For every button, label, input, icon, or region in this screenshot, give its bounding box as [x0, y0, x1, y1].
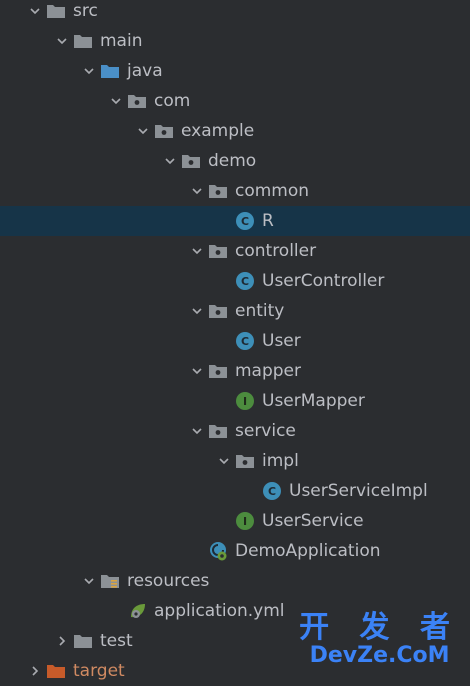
tree-node-userserviceimpl[interactable]: C UserServiceImpl — [0, 476, 470, 506]
arrow-spacer — [186, 536, 208, 566]
tree-node-impl[interactable]: impl — [0, 446, 470, 476]
chevron-down-icon[interactable] — [159, 146, 181, 176]
package-icon — [208, 301, 228, 321]
arrow-spacer — [213, 386, 235, 416]
tree-node-label: target — [73, 661, 125, 681]
chevron-down-icon[interactable] — [78, 56, 100, 86]
package-icon — [235, 451, 255, 471]
chevron-down-icon[interactable] — [51, 26, 73, 56]
svg-text:C: C — [241, 215, 249, 228]
tree-node-r[interactable]: CR — [0, 206, 470, 236]
tree-node-label: UserController — [262, 271, 385, 291]
tree-node-label: User — [262, 331, 301, 351]
arrow-spacer — [213, 206, 235, 236]
arrow-spacer — [213, 506, 235, 536]
tree-node-demo[interactable]: demo — [0, 146, 470, 176]
chevron-right-icon[interactable] — [24, 656, 46, 686]
tree-node-label: example — [181, 121, 255, 141]
arrow-spacer — [240, 476, 262, 506]
spring-boot-app-icon — [208, 541, 228, 561]
tree-node-label: src — [73, 1, 98, 21]
package-icon — [181, 151, 201, 171]
tree-node-label: java — [127, 61, 163, 81]
resources-folder-icon — [100, 571, 120, 591]
chevron-down-icon[interactable] — [24, 0, 46, 26]
tree-node-label: application.yml — [154, 601, 285, 621]
tree-node-label: controller — [235, 241, 317, 261]
svg-text:C: C — [241, 335, 249, 348]
tree-node-label: demo — [208, 151, 257, 171]
excluded-folder-icon — [46, 661, 66, 681]
tree-node-label: main — [100, 31, 143, 51]
tree-node-controller[interactable]: controller — [0, 236, 470, 266]
tree-node-service[interactable]: service — [0, 416, 470, 446]
tree-node-src[interactable]: src — [0, 0, 470, 26]
tree-node-entity[interactable]: entity — [0, 296, 470, 326]
tree-node-label: entity — [235, 301, 285, 321]
svg-text:I: I — [243, 395, 247, 408]
tree-node-userservice[interactable]: I UserService — [0, 506, 470, 536]
svg-text:C: C — [241, 275, 249, 288]
tree-node-mapper[interactable]: mapper — [0, 356, 470, 386]
interface-icon: I — [235, 391, 255, 411]
tree-node-label: DemoApplication — [235, 541, 381, 561]
chevron-right-icon[interactable] — [51, 626, 73, 656]
tree-node-label: UserMapper — [262, 391, 365, 411]
package-icon — [154, 121, 174, 141]
package-icon — [127, 91, 147, 111]
tree-node-usermapper[interactable]: I UserMapper — [0, 386, 470, 416]
tree-node-java[interactable]: java — [0, 56, 470, 86]
chevron-down-icon[interactable] — [186, 296, 208, 326]
chevron-down-icon[interactable] — [132, 116, 154, 146]
project-tree: src main java com example demo common C Rcontrol… — [0, 0, 470, 681]
arrow-spacer — [105, 596, 127, 626]
svg-text:C: C — [268, 485, 276, 498]
interface-icon: I — [235, 511, 255, 531]
tree-node-label: service — [235, 421, 296, 441]
tree-node-label: common — [235, 181, 310, 201]
chevron-down-icon[interactable] — [213, 446, 235, 476]
tree-node-common[interactable]: common — [0, 176, 470, 206]
tree-node-label: com — [154, 91, 191, 111]
watermark-line1: 开 发 者 — [299, 610, 460, 645]
tree-node-main[interactable]: main — [0, 26, 470, 56]
tree-node-resources[interactable]: resources — [0, 566, 470, 596]
svg-text:I: I — [243, 515, 247, 528]
tree-node-user[interactable]: C User — [0, 326, 470, 356]
tree-node-com[interactable]: com — [0, 86, 470, 116]
arrow-spacer — [213, 326, 235, 356]
tree-node-label: UserService — [262, 511, 364, 531]
tree-node-label: mapper — [235, 361, 302, 381]
chevron-down-icon[interactable] — [186, 176, 208, 206]
chevron-down-icon[interactable] — [186, 416, 208, 446]
spring-config-icon — [127, 601, 147, 621]
chevron-down-icon[interactable] — [105, 86, 127, 116]
watermark: 开 发 者 DevZe.CoM — [299, 613, 460, 667]
tree-node-label: resources — [127, 571, 210, 591]
package-icon — [208, 421, 228, 441]
folder-icon — [46, 1, 66, 21]
class-icon: C — [235, 211, 255, 231]
class-icon: C — [235, 271, 255, 291]
class-icon: C — [262, 481, 282, 501]
package-icon — [208, 361, 228, 381]
chevron-down-icon[interactable] — [78, 566, 100, 596]
tree-node-label: impl — [262, 451, 299, 471]
class-icon: C — [235, 331, 255, 351]
folder-icon — [73, 31, 93, 51]
package-icon — [208, 241, 228, 261]
chevron-down-icon[interactable] — [186, 236, 208, 266]
package-icon — [208, 181, 228, 201]
chevron-down-icon[interactable] — [186, 356, 208, 386]
tree-node-usercontroller[interactable]: C UserController — [0, 266, 470, 296]
tree-node-label: test — [100, 631, 133, 651]
watermark-line2: DevZe.CoM — [309, 643, 450, 668]
tree-node-label: UserServiceImpl — [289, 481, 428, 501]
tree-node-example[interactable]: example — [0, 116, 470, 146]
arrow-spacer — [213, 266, 235, 296]
source-folder-icon — [100, 61, 120, 81]
tree-node-demoapplication[interactable]: DemoApplication — [0, 536, 470, 566]
tree-node-label: R — [262, 211, 274, 231]
folder-icon — [73, 631, 93, 651]
